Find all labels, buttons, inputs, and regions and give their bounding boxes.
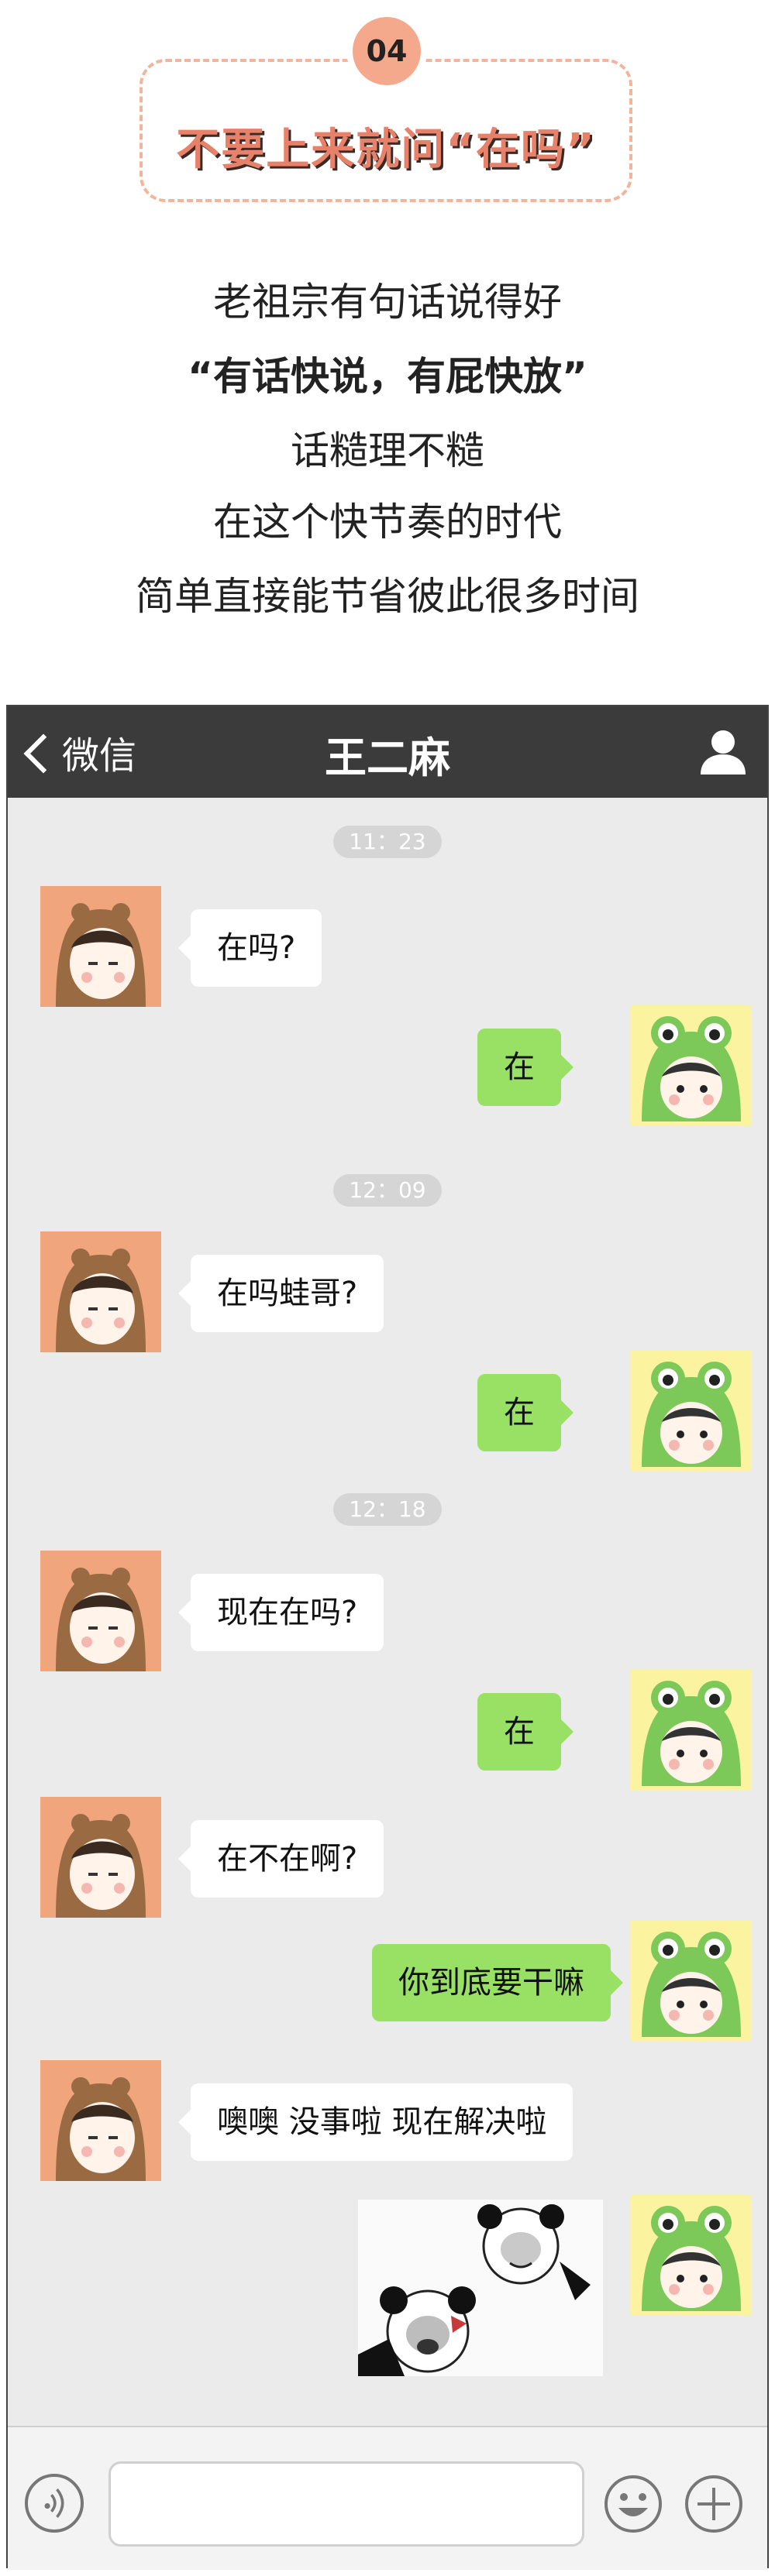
my-avatar[interactable]: [631, 1005, 752, 1126]
bubble-tail: [178, 1600, 191, 1625]
chat-input-bar: [8, 2426, 767, 2570]
my-avatar[interactable]: [631, 1351, 752, 1472]
message-text: 在吗?: [217, 930, 296, 966]
chat-topbar: 微信 王二麻: [8, 706, 767, 798]
user-icon[interactable]: [698, 726, 749, 778]
panda-meme-sticker[interactable]: [358, 2200, 603, 2376]
message-text: 在不在啊?: [217, 1841, 358, 1877]
message-text: 在: [504, 1714, 535, 1750]
bubble-tail: [178, 1281, 191, 1306]
contact-avatar[interactable]: [40, 1797, 161, 1918]
bubble-tail: [611, 1970, 623, 1995]
message-text: 你到底要干嘛: [398, 1965, 584, 2001]
my-avatar[interactable]: [631, 2195, 752, 2316]
emoji-icon[interactable]: [603, 2474, 663, 2534]
contact-name: 王二麻: [325, 733, 450, 782]
section-title: 不要上来就问“在吗”: [176, 125, 596, 175]
bubble-tail: [178, 936, 191, 960]
timestamp: 12：18: [333, 1493, 442, 1526]
message-text: 现在在吗?: [217, 1595, 358, 1630]
contact-avatar[interactable]: [40, 886, 161, 1007]
chat-window: 微信 王二麻 11：23 12：09 12：18 在吗? 在 在吗蛙哥? 在 现…: [6, 705, 769, 2570]
my-avatar[interactable]: [631, 1670, 752, 1791]
contact-avatar[interactable]: [40, 1231, 161, 1352]
voice-icon[interactable]: [25, 2474, 84, 2533]
message-bubble-sent[interactable]: 在: [477, 1374, 574, 1451]
message-bubble-received[interactable]: 在不在啊?: [178, 1820, 384, 1898]
my-avatar[interactable]: [631, 1921, 752, 2042]
contact-avatar[interactable]: [40, 2060, 161, 2181]
timestamp: 11：23: [333, 826, 442, 858]
message-bubble-received[interactable]: 在吗蛙哥?: [178, 1255, 384, 1332]
message-bubble-received[interactable]: 在吗?: [178, 909, 322, 987]
intro-line-5: 简单直接能节省彼此很多时间: [136, 574, 639, 619]
message-bubble-received[interactable]: 现在在吗?: [178, 1574, 384, 1651]
message-bubble-sent[interactable]: 你到底要干嘛: [372, 1944, 623, 2021]
timestamp: 12：09: [333, 1174, 442, 1207]
bubble-tail: [178, 1846, 191, 1871]
bubble-tail: [561, 1400, 574, 1425]
intro-line-1: 老祖宗有句话说得好: [213, 280, 562, 325]
intro-line-4: 在这个快节奏的时代: [213, 500, 562, 544]
bubble-tail: [178, 2110, 191, 2135]
section-number-badge: 04: [346, 11, 427, 91]
message-text: 噢噢 没事啦 现在解决啦: [217, 2104, 547, 2140]
intro-line-2: “有话快说，有屁快放”: [188, 354, 587, 399]
intro-line-3: 话糙理不糙: [291, 428, 484, 473]
message-bubble-received[interactable]: 噢噢 没事啦 现在解决啦: [178, 2083, 574, 2161]
message-bubble-sent[interactable]: 在: [477, 1029, 574, 1106]
bubble-tail: [561, 1055, 574, 1080]
message-text: 在: [504, 1049, 535, 1085]
message-input[interactable]: [108, 2461, 584, 2547]
message-text: 在吗蛙哥?: [217, 1276, 358, 1311]
message-bubble-sent[interactable]: 在: [477, 1693, 574, 1771]
plus-icon[interactable]: [684, 2474, 744, 2534]
bubble-tail: [561, 1719, 574, 1744]
contact-avatar[interactable]: [40, 1551, 161, 1671]
message-text: 在: [504, 1395, 535, 1431]
